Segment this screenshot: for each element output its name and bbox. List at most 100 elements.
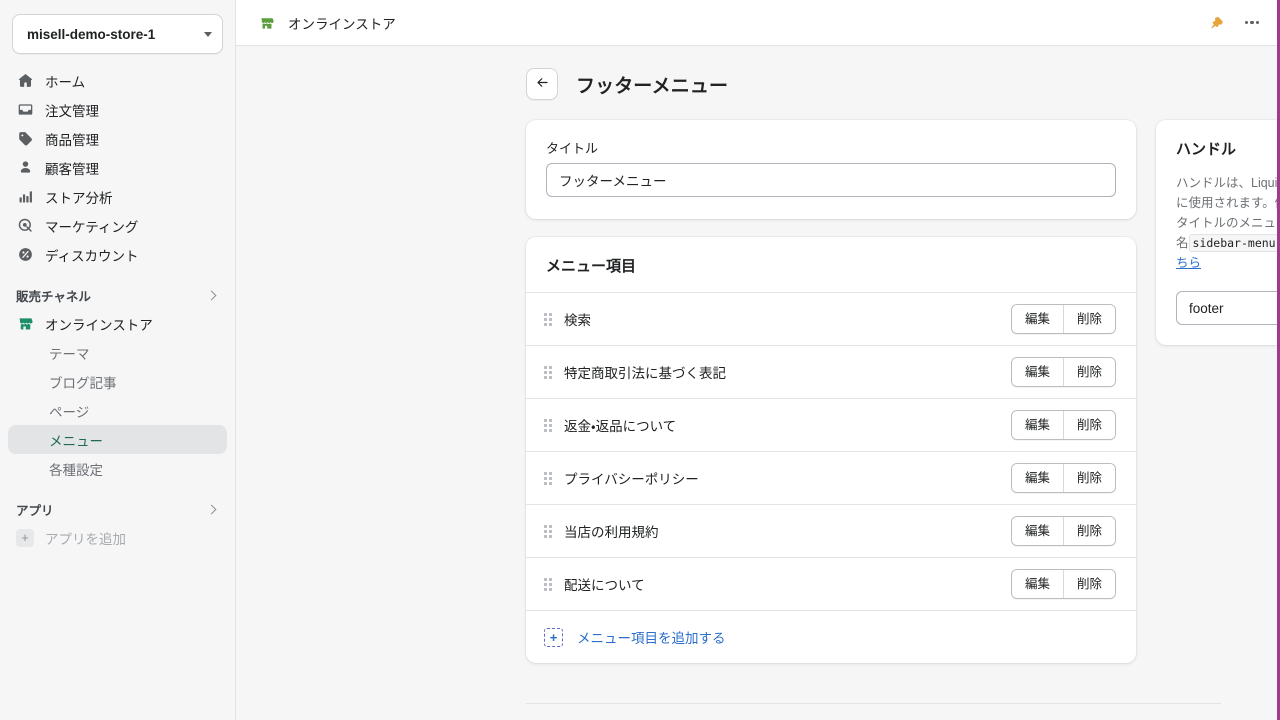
title-field-label: タイトル <box>546 141 599 156</box>
delete-button[interactable]: 削除 <box>1062 411 1115 439</box>
menu-item-label: 返金・返品について <box>564 419 677 434</box>
sidebar-item-label: 商品管理 <box>45 132 99 148</box>
title-input[interactable] <box>546 163 1116 197</box>
drag-handle-icon[interactable] <box>540 523 556 539</box>
sidebar-subitem-blog-posts[interactable]: ブログ記事 <box>8 367 227 396</box>
menu-item-actions: 編集 削除 <box>1010 463 1116 493</box>
sidebar-item-analytics[interactable]: ストア分析 <box>8 182 227 211</box>
sidebar-section-label: 販売チャネル <box>16 289 91 304</box>
menu-item-label: 配送について <box>564 578 645 593</box>
sidebar-item-label: オンラインストア <box>45 317 153 333</box>
edit-button[interactable]: 編集 <box>1011 411 1063 439</box>
menu-item-label: 特定商取引法に基づく表記 <box>564 366 726 381</box>
sidebar-item-customers[interactable]: 顧客管理 <box>8 153 227 182</box>
sidebar-item-label: 顧客管理 <box>45 161 99 177</box>
add-menu-item-button[interactable]: + メニュー項目を追加する <box>526 610 1136 663</box>
sidebar-item-marketing[interactable]: マーケティング <box>8 211 227 240</box>
menu-item-actions: 編集 削除 <box>1010 304 1116 334</box>
menu-items-heading: メニュー項目 <box>546 258 637 275</box>
main-pane: オンラインストア フッターメニュー タイトル フッターメニュー メニュー項目 検… <box>236 0 1277 720</box>
marketing-target-icon <box>16 217 34 235</box>
title-card: タイトル <box>526 120 1136 219</box>
menu-item-label: プライバシーポリシー <box>564 472 699 487</box>
sidebar: misell-demo-store-1 ホーム 注文管理 商品管理 顧客管理 ス… <box>0 0 236 720</box>
page-title: フッターメニュー <box>576 75 729 97</box>
edit-button[interactable]: 編集 <box>1011 570 1063 598</box>
add-plus-icon: + <box>544 627 563 647</box>
menu-item-actions: 編集 削除 <box>1010 516 1116 546</box>
home-icon <box>16 72 34 90</box>
add-menu-item-label: メニュー項目を追加する <box>577 631 726 646</box>
more-horizontal-icon[interactable] <box>1241 12 1263 34</box>
handle-card-description: ハンドルは、Liquidのメニューを参照するために使用されます。例: 「Side… <box>1176 173 1277 273</box>
sidebar-primary-nav: ホーム 注文管理 商品管理 顧客管理 ストア分析 マーケティング ディスカウント <box>8 66 227 269</box>
handle-card: ハンドル ハンドルは、Liquidのメニューを参照するために使用されます。例: … <box>1156 120 1277 345</box>
page-header: フッターメニュー <box>236 46 1277 120</box>
sidebar-add-app-label: アプリを追加 <box>45 531 126 547</box>
sidebar-subitem-label: 各種設定 <box>49 462 103 478</box>
edit-button[interactable]: 編集 <box>1011 517 1063 545</box>
sidebar-subitem-label: ブログ記事 <box>49 375 117 391</box>
sidebar-item-label: ストア分析 <box>45 190 113 206</box>
drag-handle-icon[interactable] <box>540 470 556 486</box>
menu-item-actions: 編集 削除 <box>1010 357 1116 387</box>
topbar-right-group <box>1205 12 1263 34</box>
drag-handle-icon[interactable] <box>540 576 556 592</box>
sidebar-item-products[interactable]: 商品管理 <box>8 124 227 153</box>
drag-handle-icon[interactable] <box>540 311 556 327</box>
sidebar-item-label: マーケティング <box>45 219 139 235</box>
chevron-right-icon <box>206 290 217 300</box>
page-body: フッターメニュー タイトル メニュー項目 検索 編集 削除 <box>236 46 1277 720</box>
storefront-icon <box>16 315 34 333</box>
delete-button[interactable]: 削除 <box>1062 517 1115 545</box>
sidebar-item-discounts[interactable]: ディスカウント <box>8 240 227 269</box>
delete-button[interactable]: 削除 <box>1062 570 1115 598</box>
analytics-bar-chart-icon <box>16 188 34 206</box>
menu-item-row: 検索 編集 削除 <box>526 292 1136 345</box>
sidebar-item-label: 注文管理 <box>45 103 99 119</box>
menu-items-card: メニュー項目 検索 編集 削除 特定商取引法に基づく表記 編集 削除 返金・返品… <box>526 237 1136 663</box>
handle-code-sample: sidebar-menu <box>1188 234 1277 252</box>
orders-inbox-icon <box>16 101 34 119</box>
sidebar-subitem-themes[interactable]: テーマ <box>8 338 227 367</box>
sidebar-subitem-menus[interactable]: メニュー <box>8 425 227 454</box>
drag-handle-icon[interactable] <box>540 364 556 380</box>
sidebar-section-apps[interactable]: アプリ <box>8 495 227 523</box>
topbar-title: オンラインストア <box>288 16 396 32</box>
sidebar-item-online-store[interactable]: オンラインストア <box>8 309 227 338</box>
delete-button[interactable]: 削除 <box>1062 305 1115 333</box>
menu-item-row: 配送について 編集 削除 <box>526 557 1136 610</box>
sidebar-add-app-button[interactable]: + アプリを追加 <box>8 523 227 552</box>
topbar: オンラインストア <box>236 0 1277 46</box>
sidebar-section-sales-channels[interactable]: 販売チャネル <box>8 281 227 309</box>
sidebar-subitem-preferences[interactable]: 各種設定 <box>8 454 227 483</box>
store-switcher[interactable]: misell-demo-store-1 <box>12 14 223 54</box>
sidebar-item-orders[interactable]: 注文管理 <box>8 95 227 124</box>
menu-item-actions: 編集 削除 <box>1010 410 1116 440</box>
chevron-right-icon <box>206 504 217 514</box>
chevron-down-icon <box>204 31 212 37</box>
edit-button[interactable]: 編集 <box>1011 464 1063 492</box>
main-column: タイトル メニュー項目 検索 編集 削除 <box>526 120 1136 681</box>
arrow-left-icon <box>535 75 550 93</box>
menu-item-row: 当店の利用規約 編集 削除 <box>526 504 1136 557</box>
more-dots <box>1244 20 1260 25</box>
sidebar-subitem-label: テーマ <box>49 346 90 362</box>
pin-icon[interactable] <box>1205 12 1227 34</box>
sidebar-item-home[interactable]: ホーム <box>8 66 227 95</box>
handle-input[interactable] <box>1176 291 1277 325</box>
delete-button[interactable]: 削除 <box>1062 358 1115 386</box>
drag-handle-icon[interactable] <box>540 417 556 433</box>
discount-percent-icon <box>16 246 34 264</box>
menu-item-row: プライバシーポリシー 編集 削除 <box>526 451 1136 504</box>
store-switcher-name: misell-demo-store-1 <box>27 26 156 42</box>
edit-button[interactable]: 編集 <box>1011 358 1063 386</box>
delete-button[interactable]: 削除 <box>1062 464 1115 492</box>
topbar-left-group: オンラインストア <box>256 12 1205 34</box>
menu-item-label: 検索 <box>564 313 591 328</box>
sidebar-subitem-pages[interactable]: ページ <box>8 396 227 425</box>
back-button[interactable] <box>526 68 558 100</box>
page-layout: タイトル メニュー項目 検索 編集 削除 <box>236 120 1277 681</box>
edit-button[interactable]: 編集 <box>1011 305 1063 333</box>
customer-person-icon <box>16 159 34 177</box>
